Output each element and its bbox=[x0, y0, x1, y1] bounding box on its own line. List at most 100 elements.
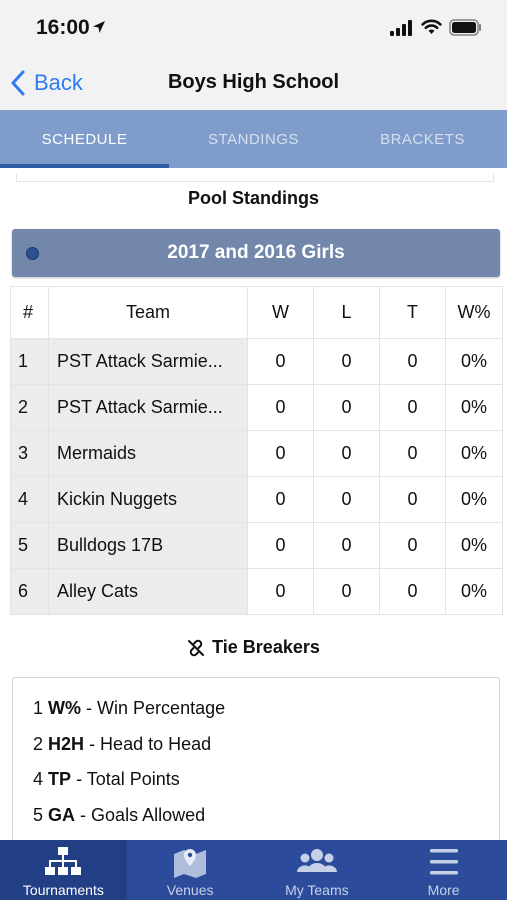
win-pct-cell: 0% bbox=[445, 568, 503, 615]
ties-cell: 0 bbox=[379, 522, 446, 569]
location-arrow-icon bbox=[93, 21, 105, 33]
tie-breaker-code: TP bbox=[48, 769, 72, 789]
tie-breaker-desc: - Head to Head bbox=[89, 733, 212, 754]
tab-brackets[interactable]: BRACKETS bbox=[338, 110, 507, 168]
bottom-tab-venues[interactable]: Venues bbox=[127, 840, 254, 900]
tie-breaker-desc: - Goals Allowed bbox=[80, 804, 206, 825]
column-header-rank: # bbox=[10, 286, 49, 339]
win-pct-cell: 0% bbox=[445, 338, 503, 385]
losses-cell: 0 bbox=[313, 384, 380, 431]
tab-schedule[interactable]: SCHEDULE bbox=[0, 110, 169, 168]
card-edge bbox=[16, 174, 494, 182]
bottom-tab-my-teams[interactable]: My Teams bbox=[254, 840, 381, 900]
win-pct-cell: 0% bbox=[445, 476, 503, 523]
top-tab-bar: SCHEDULE STANDINGS BRACKETS bbox=[0, 110, 507, 168]
battery-icon bbox=[449, 19, 481, 36]
tie-breaker-number: 4 bbox=[33, 769, 44, 789]
bottom-tab-label: Tournaments bbox=[22, 882, 104, 898]
tab-standings[interactable]: STANDINGS bbox=[169, 110, 338, 168]
table-header-row: # Team W L T W% bbox=[10, 286, 503, 339]
ties-cell: 0 bbox=[379, 338, 446, 385]
tie-breaker-number: 5 bbox=[33, 804, 44, 825]
tie-breakers-label: Tie Breakers bbox=[212, 637, 320, 657]
pool-group-name: 2017 and 2016 Girls bbox=[167, 242, 345, 263]
page-title: Boys High School bbox=[167, 71, 340, 93]
table-row[interactable]: 3 Mermaids 0 0 0 0% bbox=[10, 430, 503, 477]
bottom-tab-label: More bbox=[427, 882, 460, 898]
cellular-signal-icon bbox=[390, 20, 412, 36]
table-row[interactable]: 6 Alley Cats 0 0 0 0% bbox=[10, 568, 503, 615]
column-header-wins: W bbox=[247, 286, 314, 339]
bottom-tab-bar: Tournaments Venues My Teams More bbox=[0, 840, 507, 900]
tie-breaker-item: 4 TP - Total Points bbox=[33, 769, 499, 805]
navigation-bar: Back Boys High School bbox=[0, 58, 507, 110]
tie-breaker-code: H2H bbox=[48, 733, 85, 754]
bottom-tab-tournaments[interactable]: Tournaments bbox=[0, 840, 127, 900]
column-header-losses: L bbox=[313, 286, 380, 339]
column-header-team: Team bbox=[48, 286, 248, 339]
column-header-ties: T bbox=[379, 286, 446, 339]
rank-cell: 4 bbox=[10, 476, 49, 523]
tie-breaker-item: 1 W% - Win Percentage bbox=[33, 698, 499, 734]
table-row[interactable]: 5 Bulldogs 17B 0 0 0 0% bbox=[10, 522, 503, 569]
map-pin-icon bbox=[174, 849, 207, 878]
column-header-win-pct: W% bbox=[445, 286, 503, 339]
tie-breaker-desc: - Win Percentage bbox=[86, 698, 226, 718]
tie-breakers-card: 1 W% - Win Percentage 2 H2H - Head to He… bbox=[12, 677, 500, 840]
bottom-tab-more[interactable]: More bbox=[380, 840, 507, 900]
table-row[interactable]: 2 PST Attack Sarmie... 0 0 0 0% bbox=[10, 384, 503, 431]
table-row[interactable]: 1 PST Attack Sarmie... 0 0 0 0% bbox=[10, 338, 503, 385]
team-cell[interactable]: PST Attack Sarmie... bbox=[48, 338, 248, 385]
wins-cell: 0 bbox=[247, 384, 314, 431]
hamburger-menu-icon bbox=[429, 849, 458, 875]
wins-cell: 0 bbox=[247, 522, 314, 569]
tie-breaker-code: GA bbox=[48, 804, 76, 825]
rank-cell: 6 bbox=[10, 568, 49, 615]
ties-cell: 0 bbox=[379, 476, 446, 523]
rank-cell: 3 bbox=[10, 430, 49, 477]
group-icon bbox=[296, 849, 337, 872]
tie-breaker-desc: - Total Points bbox=[76, 769, 180, 789]
pool-standings-title: Pool Standings bbox=[187, 188, 319, 208]
bottom-tab-label: My Teams bbox=[285, 882, 349, 898]
wins-cell: 0 bbox=[247, 476, 314, 523]
broken-link-icon bbox=[188, 639, 205, 656]
losses-cell: 0 bbox=[313, 476, 380, 523]
status-bar: 16:00 bbox=[0, 0, 507, 58]
tie-breakers-title: Tie Breakers bbox=[0, 637, 507, 658]
tie-breaker-number: 1 bbox=[33, 698, 44, 718]
rank-cell: 2 bbox=[10, 384, 49, 431]
win-pct-cell: 0% bbox=[445, 384, 503, 431]
rank-cell: 5 bbox=[10, 522, 49, 569]
table-row[interactable]: 4 Kickin Nuggets 0 0 0 0% bbox=[10, 476, 503, 523]
team-cell[interactable]: Mermaids bbox=[48, 430, 248, 477]
standings-table: # Team W L T W% 1 PST Attack Sarmie... 0… bbox=[10, 286, 503, 615]
losses-cell: 0 bbox=[313, 430, 380, 477]
tie-breaker-code: W% bbox=[48, 698, 82, 718]
team-cell[interactable]: Kickin Nuggets bbox=[48, 476, 248, 523]
win-pct-cell: 0% bbox=[445, 522, 503, 569]
status-time: 16:00 bbox=[36, 16, 90, 39]
bottom-tab-label: Venues bbox=[166, 882, 214, 898]
losses-cell: 0 bbox=[313, 338, 380, 385]
pool-group-header[interactable]: 2017 and 2016 Girls bbox=[12, 229, 500, 277]
scroll-content[interactable]: Pool Standings 2017 and 2016 Girls # Tea… bbox=[0, 168, 507, 840]
ties-cell: 0 bbox=[379, 430, 446, 477]
ties-cell: 0 bbox=[379, 384, 446, 431]
tie-breaker-item: 2 H2H - Head to Head bbox=[33, 734, 499, 770]
rank-cell: 1 bbox=[10, 338, 49, 385]
tournament-bracket-icon bbox=[45, 847, 82, 875]
team-cell[interactable]: PST Attack Sarmie... bbox=[48, 384, 248, 431]
losses-cell: 0 bbox=[313, 568, 380, 615]
team-cell[interactable]: Alley Cats bbox=[48, 568, 248, 615]
wins-cell: 0 bbox=[247, 568, 314, 615]
wins-cell: 0 bbox=[247, 430, 314, 477]
team-cell[interactable]: Bulldogs 17B bbox=[48, 522, 248, 569]
ties-cell: 0 bbox=[379, 568, 446, 615]
win-pct-cell: 0% bbox=[445, 430, 503, 477]
losses-cell: 0 bbox=[313, 522, 380, 569]
wifi-icon bbox=[421, 19, 442, 34]
wins-cell: 0 bbox=[247, 338, 314, 385]
tie-breaker-item: 5 GA - Goals Allowed bbox=[33, 805, 499, 841]
tie-breaker-number: 2 bbox=[33, 733, 44, 754]
